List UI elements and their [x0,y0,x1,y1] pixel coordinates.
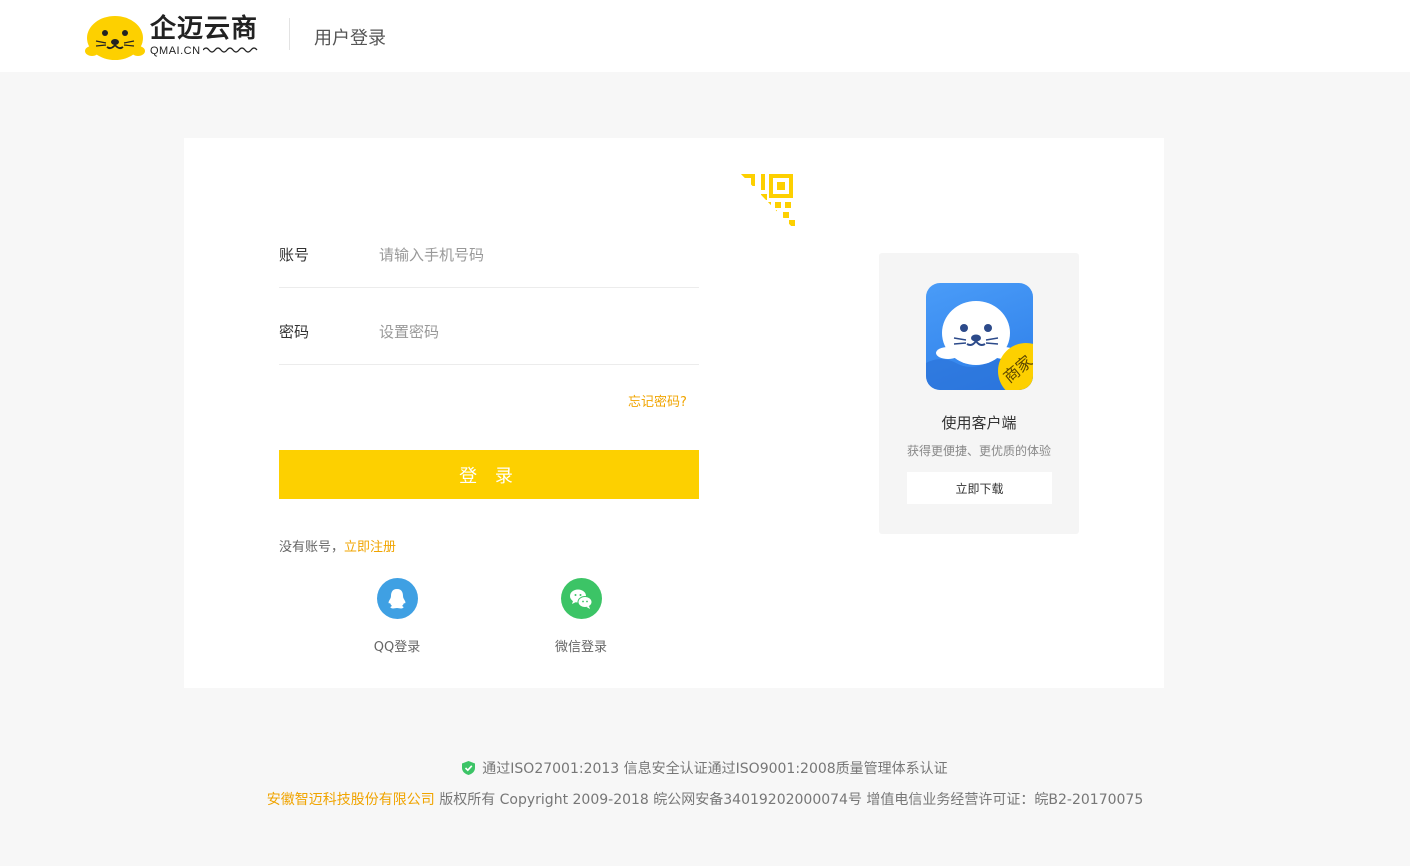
download-button[interactable]: 立即下载 [907,472,1052,504]
qr-code-toggle-icon[interactable] [739,172,795,230]
app-subtitle: 获得更便捷、更优质的体验 [906,444,1051,458]
app-title: 使用客户端 [941,414,1017,432]
logo-text-en: QMAI.CN [150,44,201,57]
no-account-text: 没有账号， [279,540,345,555]
password-label: 密码 [279,323,310,341]
account-input[interactable] [379,245,679,264]
certification-line: 通过ISO27001:2013 信息安全认证通过ISO9001:2008质量管理… [0,758,1410,778]
app-download-panel: 商家 使用客户端 获得更便捷、更优质的体验 立即下载 [879,253,1079,534]
account-label: 账号 [279,246,310,264]
header: 企迈云商 QMAI.CN 用户登录 [0,0,1410,72]
register-line: 没有账号，立即注册 [279,536,396,555]
wave-icon [202,46,259,57]
login-button[interactable]: 登 录 [279,450,699,499]
company-link[interactable]: 安徽智迈科技股份有限公司 [267,792,435,808]
qq-login-label: QQ登录 [373,640,421,655]
copyright-text: 版权所有 Copyright 2009-2018 皖公网安备3401920200… [434,792,1144,808]
header-divider [289,18,290,50]
password-field: 密码 [279,299,699,365]
login-card: 账号 密码 忘记密码? 登 录 没有账号，立即注册 QQ登录 [184,138,1164,688]
account-field: 账号 [279,222,699,288]
copyright-line: 安徽智迈科技股份有限公司 版权所有 Copyright 2009-2018 皖公… [0,789,1410,809]
wechat-login-button[interactable]: 微信登录 [536,578,626,655]
register-link[interactable]: 立即注册 [344,540,396,555]
qq-login-button[interactable]: QQ登录 [352,578,442,655]
shield-check-icon [462,761,476,775]
wechat-icon [560,578,602,619]
logo[interactable]: 企迈云商 QMAI.CN [84,11,264,61]
certification-text: 通过ISO27001:2013 信息安全认证通过ISO9001:2008质量管理… [482,761,948,777]
wechat-login-label: 微信登录 [554,640,607,655]
password-input[interactable] [379,322,679,341]
forgot-password-link[interactable]: 忘记密码? [628,391,687,410]
logo-text-cn: 企迈云商 [150,13,259,44]
merchant-app-icon: 商家 [926,283,1033,390]
seal-logo-icon [84,11,146,61]
qq-icon [376,578,418,619]
page-title: 用户登录 [314,28,386,49]
